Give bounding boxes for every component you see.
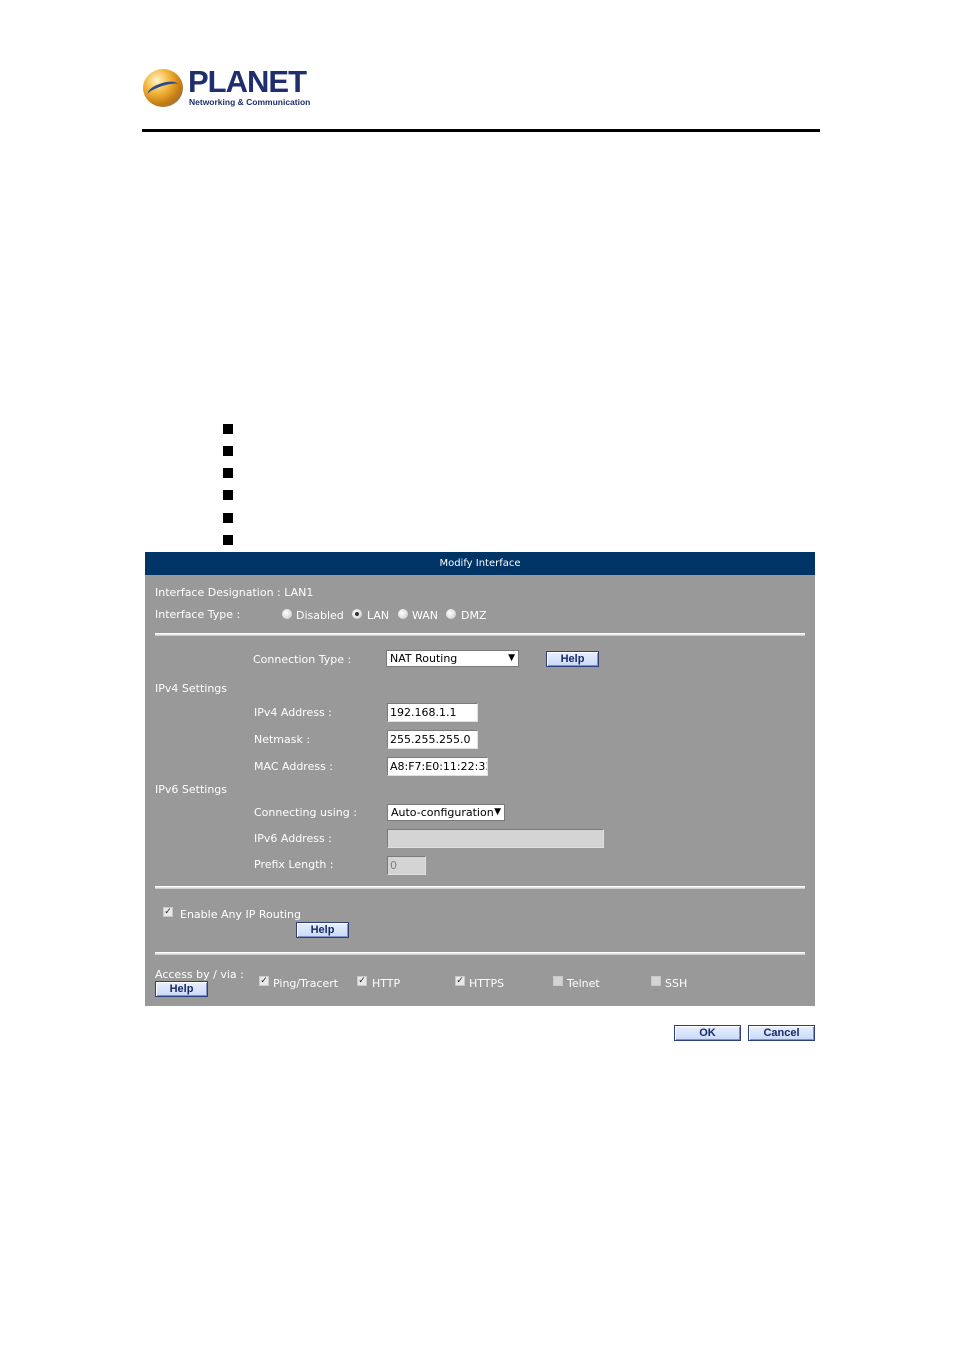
bullet-icon xyxy=(223,468,233,478)
logo-brand: PLANET xyxy=(188,64,307,99)
netmask-label: Netmask : xyxy=(254,733,311,746)
http-label: HTTP xyxy=(372,977,401,990)
cancel-button[interactable]: Cancel xyxy=(748,1025,815,1041)
ping-tracert-label: Ping/Tracert xyxy=(273,977,339,990)
telnet-label: Telnet xyxy=(567,977,600,990)
radio-wan[interactable] xyxy=(398,609,408,619)
ipv6-address-label: IPv6 Address : xyxy=(254,832,332,845)
radio-wan-label: WAN xyxy=(412,609,439,622)
ipv4-address-input[interactable]: 192.168.1.1 xyxy=(387,703,478,722)
netmask-input[interactable]: 255.255.255.0 xyxy=(387,730,478,749)
planet-logo: PLANET Networking & Communication xyxy=(143,66,313,110)
connecting-using-label: Connecting using : xyxy=(254,806,357,819)
dropdown-arrow-icon: ▼ xyxy=(494,807,501,817)
interface-type-label: Interface Type : xyxy=(155,608,241,621)
radio-disabled-label: Disabled xyxy=(296,609,344,622)
mac-address-input[interactable]: A8:F7:E0:11:22:33 xyxy=(387,757,488,776)
connection-type-label: Connection Type : xyxy=(253,653,352,666)
any-ip-routing-help-button[interactable]: Help xyxy=(296,922,349,938)
http-checkbox[interactable]: ✓ xyxy=(357,976,367,986)
bullet-icon xyxy=(223,513,233,523)
connection-help-button[interactable]: Help xyxy=(546,651,599,667)
https-label: HTTPS xyxy=(469,977,505,990)
mac-address-label: MAC Address : xyxy=(254,760,334,773)
prefix-length-input[interactable]: 0 xyxy=(387,856,426,875)
ssh-label: SSH xyxy=(665,977,688,990)
connection-type-value: NAT Routing xyxy=(390,652,458,665)
ping-tracert-checkbox[interactable]: ✓ xyxy=(259,976,269,986)
connecting-using-select[interactable]: Auto-configuration ▼ xyxy=(387,804,505,821)
connecting-using-value: Auto-configuration xyxy=(391,806,494,819)
prefix-length-label: Prefix Length : xyxy=(254,858,334,871)
radio-dmz[interactable] xyxy=(446,609,456,619)
interface-designation: Interface Designation : LAN1 xyxy=(155,586,314,599)
bullet-icon xyxy=(223,490,233,500)
access-help-button[interactable]: Help xyxy=(155,981,208,997)
panel-title: Modify Interface xyxy=(145,552,815,575)
bullet-icon xyxy=(223,446,233,456)
https-checkbox[interactable]: ✓ xyxy=(455,976,465,986)
any-ip-routing-checkbox[interactable]: ✓ xyxy=(163,907,173,917)
bullet-icon xyxy=(223,535,233,545)
telnet-checkbox[interactable]: ✓ xyxy=(553,976,563,986)
globe-logo-icon xyxy=(143,69,183,107)
ipv6-settings-heading: IPv6 Settings xyxy=(155,783,227,796)
section-divider xyxy=(155,633,805,636)
ipv4-settings-heading: IPv4 Settings xyxy=(155,682,227,695)
section-divider xyxy=(155,886,805,889)
radio-disabled[interactable] xyxy=(282,609,292,619)
ok-button[interactable]: OK xyxy=(674,1025,741,1041)
section-divider xyxy=(155,952,805,955)
dropdown-arrow-icon: ▼ xyxy=(508,653,515,663)
radio-dmz-label: DMZ xyxy=(461,609,487,622)
any-ip-routing-label: Enable Any IP Routing xyxy=(180,908,302,921)
ipv4-address-label: IPv4 Address : xyxy=(254,706,332,719)
connection-type-select[interactable]: NAT Routing ▼ xyxy=(386,650,519,667)
radio-lan-label: LAN xyxy=(367,609,390,622)
radio-lan[interactable] xyxy=(352,609,362,619)
header-divider xyxy=(142,129,820,132)
logo-tagline: Networking & Communication xyxy=(189,97,311,107)
modify-interface-panel: Modify Interface Interface Designation :… xyxy=(145,552,815,1006)
ssh-checkbox[interactable]: ✓ xyxy=(651,976,661,986)
bullet-icon xyxy=(223,424,233,434)
ipv6-address-input[interactable] xyxy=(387,829,604,848)
access-via-label: Access by / via : xyxy=(155,968,244,981)
